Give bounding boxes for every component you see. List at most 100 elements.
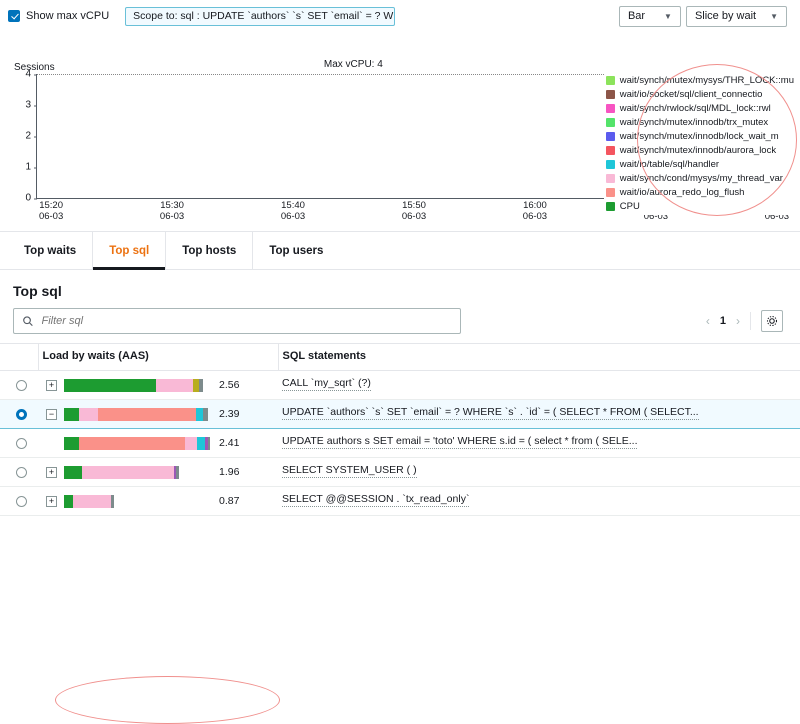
sessions-chart: Sessions 01234 Max vCPU: 4 15:2006-0315:… [0,28,800,226]
legend-item[interactable]: wait/io/aurora_redo_log_flush [606,186,794,199]
load-bar-segment [156,379,193,392]
search-input[interactable] [40,314,453,328]
legend-item[interactable]: wait/synch/mutex/innodb/aurora_lock [606,144,794,157]
chart-type-select[interactable]: Bar ▼ [619,6,681,27]
sql-statement-link[interactable]: SELECT @@SESSION . `tx_read_only` [282,493,469,507]
sql-statement-cell: UPDATE `authors` `s` SET `email` = ? WHE… [278,400,800,429]
divider [750,312,751,330]
legend-label: wait/synch/mutex/mysys/THR_LOCK::mu [620,75,794,86]
show-max-vcpu-label: Show max vCPU [26,10,109,22]
expand-row-toggle[interactable]: + [46,380,57,391]
legend-label: wait/synch/mutex/innodb/lock_wait_m [620,131,779,142]
legend-item[interactable]: wait/synch/rwlock/sql/MDL_lock::rwl [606,102,794,115]
max-vcpu-label: Max vCPU: 4 [324,59,383,70]
tab-top-hosts[interactable]: Top hosts [166,232,253,269]
x-axis-tick: 15:2006-03 [39,200,63,222]
chart-type-value: Bar [628,10,645,22]
load-bar-segment [197,437,204,450]
legend-swatch [606,90,615,99]
load-bar-segment [64,466,82,479]
scope-filter-pill[interactable]: Scope to: sql : UPDATE `authors` `s` SET… [125,7,395,26]
page-number[interactable]: 1 [720,315,726,327]
table-row[interactable]: +2.56CALL `my_sqrt` (?) [0,371,800,400]
chevron-down-icon: ▼ [770,12,778,21]
load-by-waits-cell: 2.41 [38,429,278,458]
legend-item[interactable]: wait/io/socket/sql/client_connectio [606,88,794,101]
row-radio-button[interactable] [16,438,27,449]
sql-statement-link[interactable]: SELECT SYSTEM_USER ( ) [282,464,417,478]
table-header-row: Load by waits (AAS) SQL statements [0,344,800,371]
show-max-vcpu-checkbox-wrapper[interactable]: Show max vCPU [8,10,109,22]
row-select-cell[interactable] [0,429,38,458]
sql-statement-link[interactable]: UPDATE authors s SET email = 'toto' WHER… [282,435,637,449]
sql-statement-link[interactable]: CALL `my_sqrt` (?) [282,377,371,391]
load-by-waits-cell: +0.87 [38,487,278,516]
expand-row-toggle[interactable]: + [46,467,57,478]
load-bar-segment [82,466,174,479]
legend-item[interactable]: wait/synch/mutex/innodb/lock_wait_m [606,130,794,143]
tab-top-waits[interactable]: Top waits [8,232,93,269]
table-row[interactable]: +0.87 SELECT @@SESSION . `tx_read_only` [0,487,800,516]
show-max-vcpu-checkbox[interactable] [8,10,20,22]
next-page-button[interactable]: › [736,314,740,328]
y-axis-tick: 4 [25,69,37,80]
legend-item[interactable]: CPU [606,200,794,213]
sql-statement-link[interactable]: UPDATE `authors` `s` SET `email` = ? WHE… [282,406,699,420]
activity-chart-panel: Show max vCPU Scope to: sql : UPDATE `au… [0,0,800,232]
prev-page-button[interactable]: ‹ [706,314,710,328]
load-bar-segment [199,379,203,392]
settings-gear-button[interactable] [761,310,783,332]
expand-row-toggle[interactable]: − [46,409,57,420]
tab-top-sql[interactable]: Top sql [93,232,166,269]
load-bar [64,379,212,392]
scope-filter-text: Scope to: sql : UPDATE `authors` `s` SET… [133,10,395,22]
table-row[interactable]: 2.41 UPDATE authors s SET email = 'toto' … [0,429,800,458]
load-bar-segment [185,437,197,450]
sql-statement-cell: CALL `my_sqrt` (?) [278,371,800,400]
row-select-cell[interactable] [0,400,38,429]
table-row[interactable]: +1.96 SELECT SYSTEM_USER ( ) [0,458,800,487]
x-axis-tick: 15:4006-03 [281,200,305,222]
search-box[interactable] [13,308,461,334]
chevron-down-icon: ▼ [664,12,672,21]
legend-swatch [606,174,615,183]
legend-item[interactable]: wait/io/table/sql/handler [606,158,794,171]
row-select-cell[interactable] [0,458,38,487]
load-bar-segment [111,495,114,508]
legend-label: wait/synch/rwlock/sql/MDL_lock::rwl [620,103,771,114]
legend-swatch [606,118,615,127]
expand-row-toggle[interactable]: + [46,496,57,507]
load-by-waits-cell: +1.96 [38,458,278,487]
search-icon [22,315,34,327]
detail-tabs: Top waitsTop sqlTop hostsTop users [0,232,800,270]
gear-icon [766,315,778,327]
section-header: Top sql [0,270,800,299]
row-radio-button[interactable] [16,409,27,420]
load-bar-segment [79,437,186,450]
row-radio-button[interactable] [16,380,27,391]
legend-label: wait/io/socket/sql/client_connectio [620,89,763,100]
legend-item[interactable]: wait/synch/mutex/innodb/trx_mutex [606,116,794,129]
pagination: ‹ 1 › [706,310,787,332]
legend-swatch [606,146,615,155]
legend-swatch [606,104,615,113]
row-select-cell[interactable] [0,487,38,516]
x-axis-tick: 15:5006-03 [402,200,426,222]
load-bar-segment [64,495,73,508]
slice-by-select[interactable]: Slice by wait ▼ [686,6,787,27]
row-select-cell[interactable] [0,371,38,400]
y-axis-tick: 2 [25,131,37,142]
load-bar-segment [79,408,98,421]
row-radio-button[interactable] [16,467,27,478]
load-bar-segment [176,466,179,479]
tab-top-users[interactable]: Top users [253,232,339,269]
table-row[interactable]: −2.39UPDATE `authors` `s` SET `email` = … [0,400,800,429]
legend-swatch [606,76,615,85]
page-title: Top sql [13,283,787,299]
legend-label: wait/io/table/sql/handler [620,159,719,170]
legend-item[interactable]: wait/synch/cond/mysys/my_thread_var [606,172,794,185]
sql-statement-cell: SELECT @@SESSION . `tx_read_only` [278,487,800,516]
legend-item[interactable]: wait/synch/mutex/mysys/THR_LOCK::mu [606,74,794,87]
row-radio-button[interactable] [16,496,27,507]
th-sql-statements: SQL statements [278,344,800,371]
